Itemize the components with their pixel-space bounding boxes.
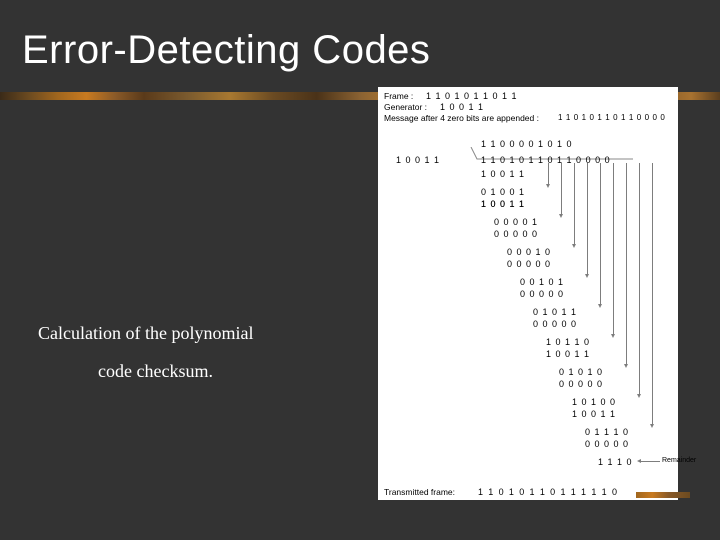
bringdown-arrow-icon: [639, 163, 640, 395]
step-3: 1 0 0 1 1: [481, 199, 525, 209]
dividend: 1 1 0 1 0 1 1 0 1 1 0 0 0 0: [481, 155, 611, 165]
step-4: 0 0 0 0 1: [494, 217, 538, 227]
remainder-arrow-icon: [640, 461, 660, 462]
generator-value: 1 0 0 1 1: [440, 102, 484, 112]
bringdown-arrow-icon: [574, 163, 575, 245]
subtitle-line-2: code checksum.: [98, 353, 338, 391]
bringdown-arrow-icon: [600, 163, 601, 305]
crc-diagram: Frame : 1 1 0 1 0 1 1 0 1 1 Generator : …: [378, 87, 678, 500]
step-17: 1 0 0 1 1: [572, 409, 616, 419]
step-6: 0 0 0 1 0: [507, 247, 551, 257]
step-14: 0 1 0 1 0: [559, 367, 603, 377]
step-0: 1 0 0 1 1: [481, 169, 525, 179]
subtitle-line-1: Calculation of the polynomial: [38, 315, 338, 353]
step-12: 1 0 1 1 0: [546, 337, 590, 347]
step-15: 0 0 0 0 0: [559, 379, 603, 389]
frame-label: Frame :: [384, 91, 413, 101]
step-8: 0 0 1 0 1: [520, 277, 564, 287]
decorative-strip: [636, 492, 690, 498]
bringdown-arrow-icon: [548, 163, 549, 185]
step-11: 0 0 0 0 0: [533, 319, 577, 329]
divisor-left: 1 0 0 1 1: [396, 155, 440, 165]
bringdown-arrow-icon: [652, 163, 653, 425]
step-9: 0 0 0 0 0: [520, 289, 564, 299]
step-19: 0 0 0 0 0: [585, 439, 629, 449]
transmitted-label: Transmitted frame:: [384, 487, 455, 497]
generator-label: Generator :: [384, 102, 427, 112]
step-7: 0 0 0 0 0: [507, 259, 551, 269]
step-20: 1 1 1 0: [598, 457, 633, 467]
bringdown-arrow-icon: [626, 163, 627, 365]
slide: Error-Detecting Codes Calculation of the…: [0, 0, 720, 540]
step-16: 1 0 1 0 0: [572, 397, 616, 407]
slide-subtitle: Calculation of the polynomial code check…: [38, 315, 338, 391]
step-18: 0 1 1 1 0: [585, 427, 629, 437]
remainder-label: Remainder: [662, 457, 696, 464]
bringdown-arrow-icon: [587, 163, 588, 275]
step-10: 0 1 0 1 1: [533, 307, 577, 317]
frame-value: 1 1 0 1 0 1 1 0 1 1: [426, 91, 518, 101]
bringdown-arrow-icon: [561, 163, 562, 215]
bringdown-arrow-icon: [613, 163, 614, 335]
step-5: 0 0 0 0 0: [494, 229, 538, 239]
transmitted-value: 1 1 0 1 0 1 1 0 1 1 1 1 1 0: [478, 487, 618, 497]
step-1: 0 1 0 0 1: [481, 187, 525, 197]
slide-title: Error-Detecting Codes: [22, 28, 430, 73]
appended-label: Message after 4 zero bits are appended :: [384, 113, 539, 123]
step-13: 1 0 0 1 1: [546, 349, 590, 359]
appended-value: 1 1 0 1 0 1 1 0 1 1 0 0 0 0: [558, 113, 665, 122]
